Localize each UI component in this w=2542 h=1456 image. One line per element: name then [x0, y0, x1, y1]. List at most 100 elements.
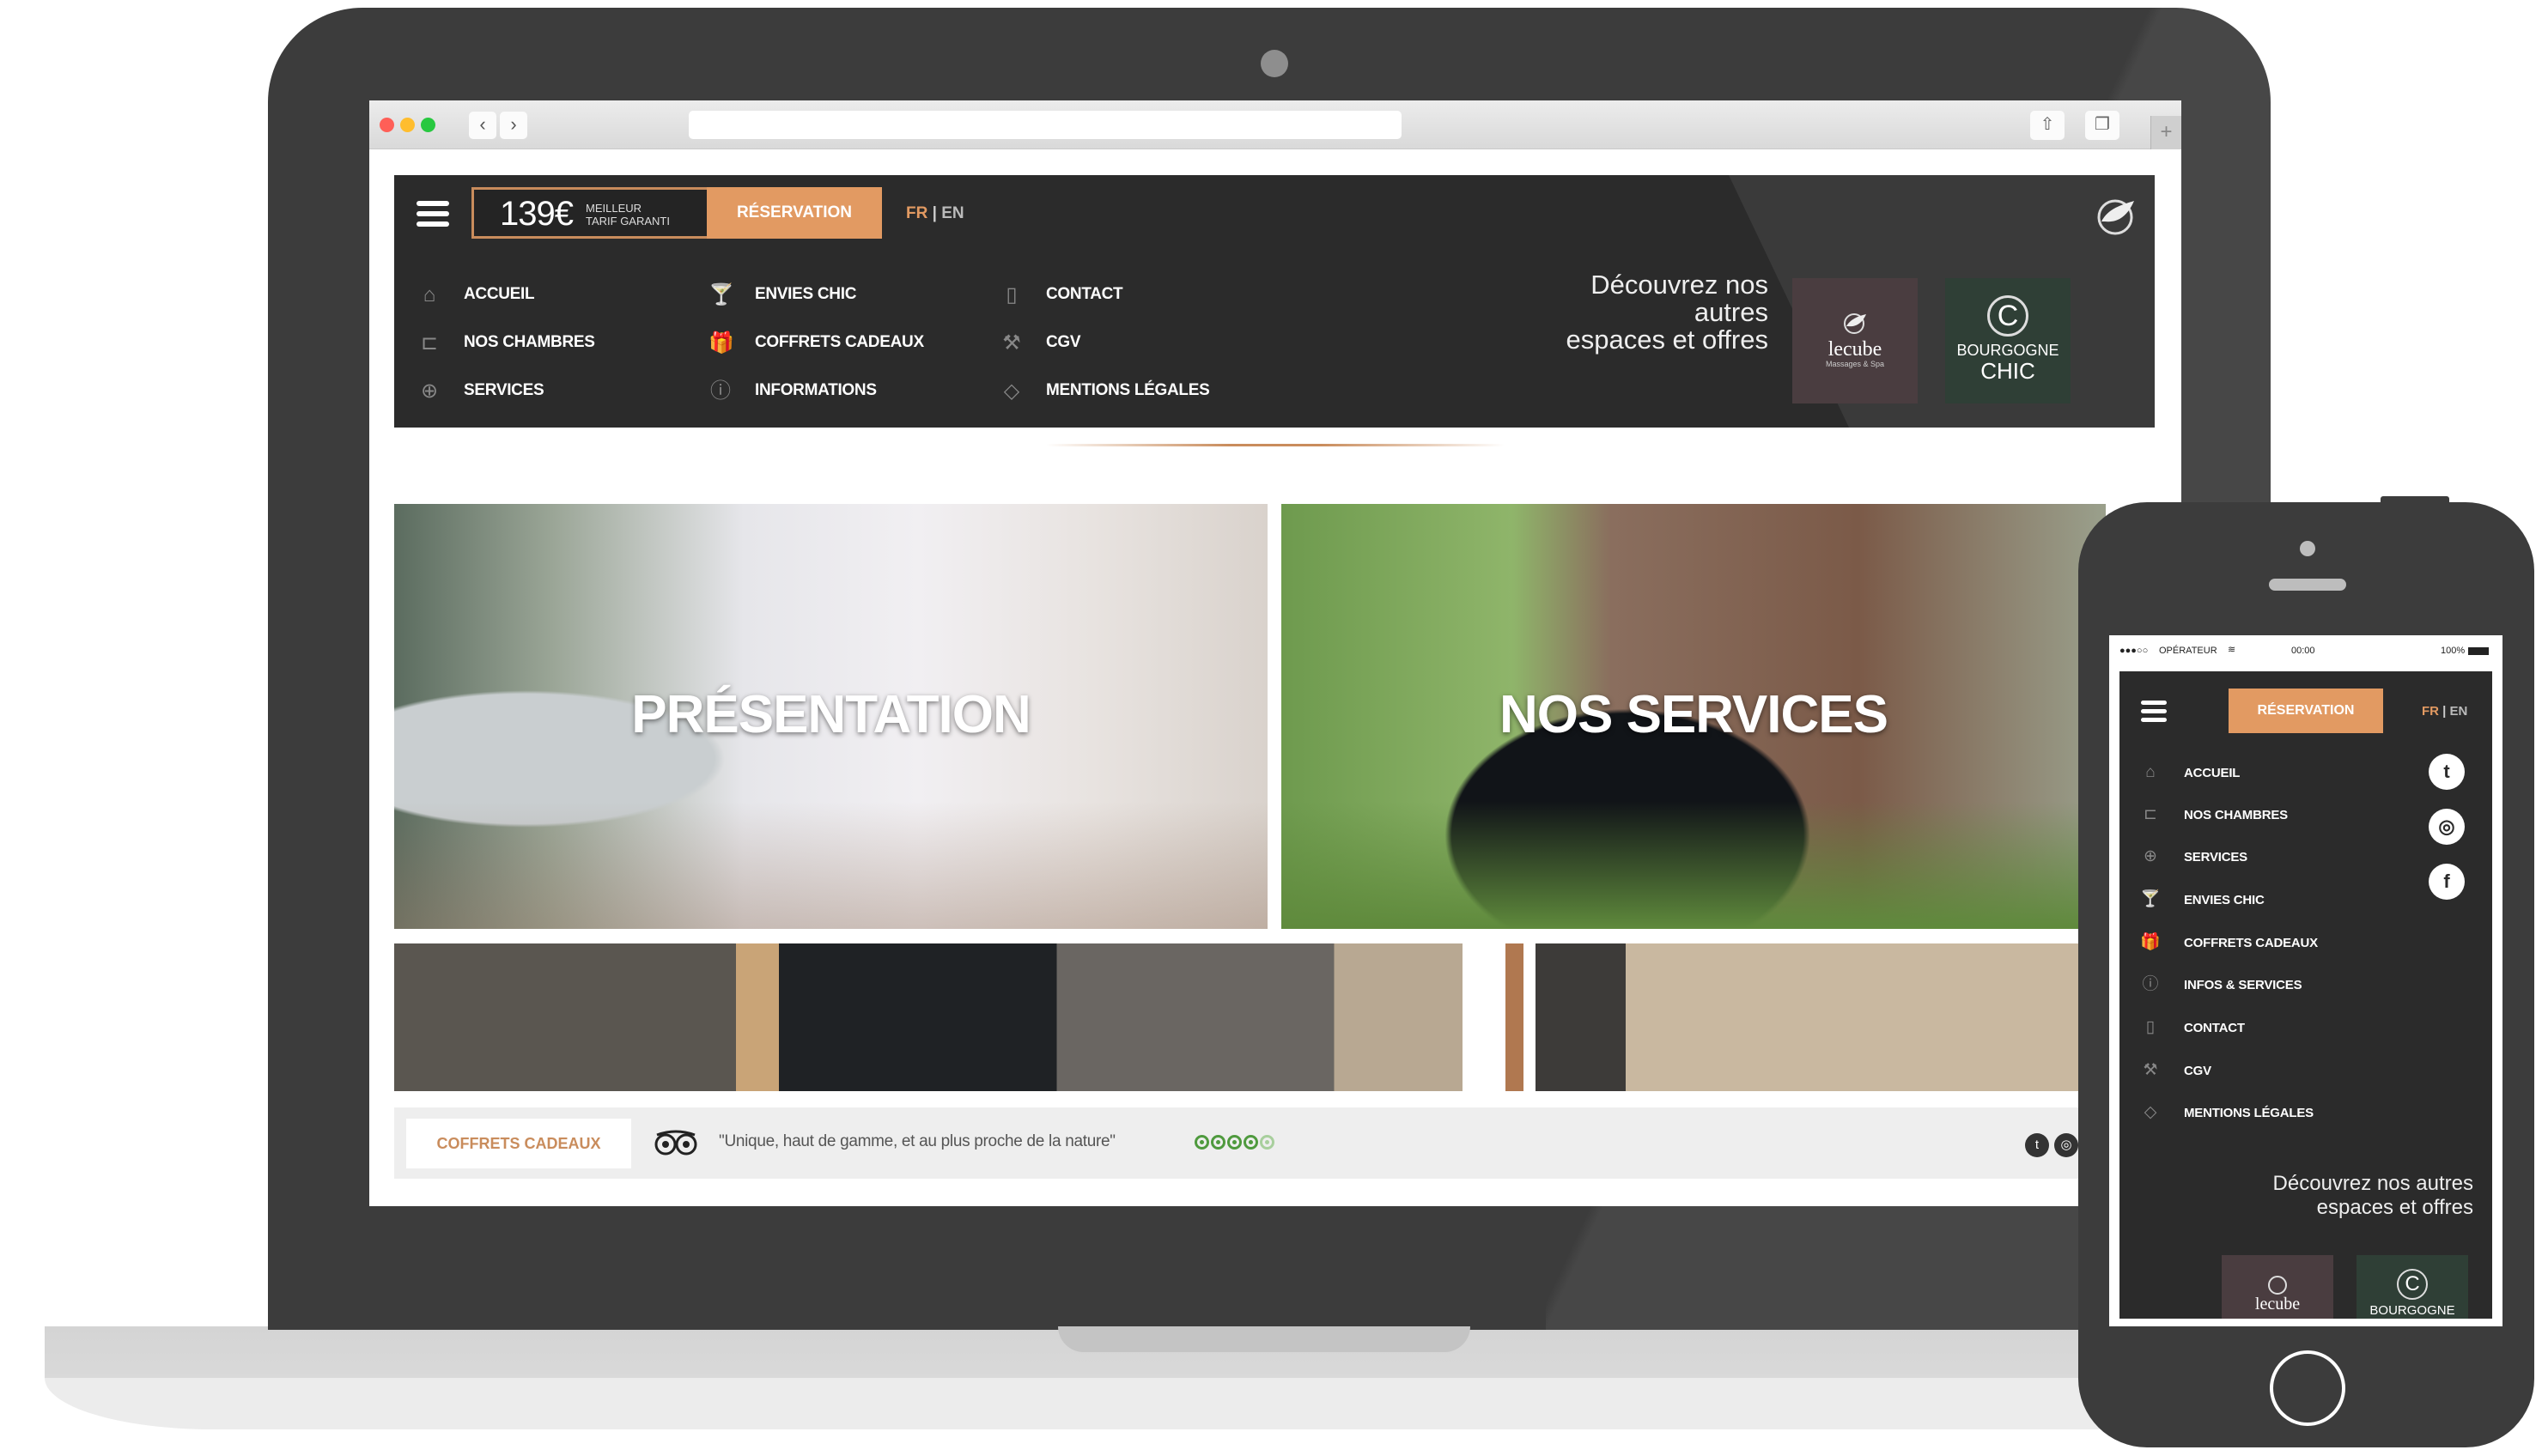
- discover-line2: espaces et offres: [1566, 325, 1768, 355]
- best-price-box: 139€ MEILLEUR TARIF GARANTI: [471, 187, 707, 239]
- tabs-button[interactable]: ❐: [2085, 111, 2119, 140]
- lang-en-link[interactable]: EN: [2450, 704, 2468, 719]
- info-icon: ⓘ: [710, 379, 731, 403]
- mobile-menu-item-accueil[interactable]: ⌂ ACCUEIL: [2140, 755, 2398, 790]
- signal-icon: ●●●○○: [2119, 646, 2149, 656]
- menu-toggle-button[interactable]: [417, 201, 449, 227]
- back-button[interactable]: ‹: [469, 112, 496, 139]
- hero-tile-services[interactable]: NOS SERVICES: [1281, 504, 2106, 929]
- menu-item-label: NOS CHAMBRES: [2184, 808, 2288, 822]
- review-quote: "Unique, haut de gamme, et au plus proch…: [719, 1132, 1116, 1150]
- chevron-right-icon: ›: [510, 113, 517, 135]
- hamburger-line: [2141, 709, 2167, 713]
- rating-bubble: [1227, 1135, 1242, 1150]
- reservation-button[interactable]: RÉSERVATION: [707, 187, 882, 239]
- facebook-icon[interactable]: f: [2429, 864, 2465, 900]
- price-note-line2: TARIF GARANTI: [586, 215, 670, 228]
- discover-line1: Découvrez nos autres: [2272, 1172, 2473, 1195]
- lang-separator: |: [2442, 704, 2447, 719]
- rating-bubbles: [1195, 1135, 1276, 1152]
- mobile-discover-heading: Découvrez nos autres espaces et offres: [2248, 1172, 2473, 1220]
- menu-item-informations[interactable]: ⓘ INFORMATIONS: [708, 374, 983, 409]
- mobile-reservation-button[interactable]: RÉSERVATION: [2229, 689, 2383, 733]
- brand-name: BOURGOGNE: [1956, 342, 2059, 359]
- brand-tile-lecube[interactable]: lecube Massages & Spa: [1792, 278, 1918, 403]
- mobile-menu-item-services[interactable]: ⊕ SERVICES: [2140, 840, 2398, 874]
- mobile-menu-item-mentions-legales[interactable]: ◇ MENTIONS LÉGALES: [2140, 1095, 2398, 1130]
- copyright-c-icon: C: [2397, 1269, 2428, 1300]
- phone-home-button[interactable]: [2270, 1350, 2345, 1426]
- rating-bubble: [1260, 1135, 1274, 1150]
- mobile-menu-toggle[interactable]: [2141, 701, 2167, 723]
- menu-item-envies-chic[interactable]: 🍸 ENVIES CHIC: [708, 278, 983, 312]
- twitter-icon[interactable]: t: [2025, 1133, 2049, 1157]
- mobile-menu-item-contact[interactable]: ▯ CONTACT: [2140, 1010, 2398, 1045]
- forward-button[interactable]: ›: [500, 112, 527, 139]
- info-icon: ⓘ: [2142, 975, 2159, 993]
- mobile-menu-item-infos-services[interactable]: ⓘ INFOS & SERVICES: [2140, 968, 2398, 1002]
- menu-item-services[interactable]: ⊕ SERVICES: [417, 374, 692, 409]
- menu-item-nos-chambres[interactable]: ⊏ NOS CHAMBRES: [417, 326, 692, 361]
- laptop-base-lower: [45, 1378, 2132, 1429]
- instagram-icon[interactable]: ◎: [2429, 809, 2465, 845]
- address-bar[interactable]: [689, 111, 1402, 139]
- price: 139€: [500, 195, 574, 233]
- menu-item-label: NOS CHAMBRES: [464, 333, 595, 351]
- menu-item-mentions-legales[interactable]: ◇ MENTIONS LÉGALES: [1000, 374, 1274, 409]
- mobile-menu-item-cgv[interactable]: ⚒ CGV: [2140, 1053, 2398, 1088]
- menu-item-label: CGV: [1046, 333, 1081, 351]
- status-bar: ●●●○○ OPÉRATEUR ≋ 00:00 100%: [2119, 644, 2492, 661]
- room-photo[interactable]: [1505, 943, 2107, 1091]
- menu-item-accueil[interactable]: ⌂ ACCUEIL: [417, 278, 692, 312]
- instagram-icon[interactable]: ◎: [2054, 1133, 2078, 1157]
- menu-item-contact[interactable]: ▯ CONTACT: [1000, 278, 1274, 312]
- hamburger-line: [417, 221, 449, 227]
- leaf-logo-icon[interactable]: [2095, 196, 2138, 237]
- room-photo[interactable]: [394, 943, 1463, 1091]
- new-tab-button[interactable]: +: [2150, 116, 2181, 149]
- leaf-logo-icon: [1844, 313, 1866, 334]
- home-icon: ⌂: [2145, 763, 2156, 781]
- site-header-menu: 139€ MEILLEUR TARIF GARANTI RÉSERVATION …: [394, 175, 2155, 428]
- phone-icon: ▯: [2145, 1018, 2156, 1036]
- phone-camera: [2300, 541, 2315, 556]
- lang-en-link[interactable]: EN: [941, 204, 964, 222]
- menu-item-label: SERVICES: [2184, 850, 2247, 864]
- brand-tile-bourgogne-chic[interactable]: C BOURGOGNE CHIC: [1945, 278, 2071, 403]
- mobile-menu-item-envies-chic[interactable]: 🍸 ENVIES CHIC: [2140, 883, 2398, 917]
- share-button[interactable]: ⇧: [2030, 111, 2065, 140]
- divider: [1046, 444, 1505, 446]
- lang-fr-link[interactable]: FR: [2422, 704, 2439, 719]
- hero-tile-presentation[interactable]: PRÉSENTATION: [394, 504, 1268, 929]
- rating-bubble: [1244, 1135, 1258, 1150]
- hero-tile-title: PRÉSENTATION: [631, 685, 1031, 744]
- hero-tile-title: NOS SERVICES: [1499, 685, 1888, 744]
- mobile-brand-tile-lecube[interactable]: lecube: [2222, 1255, 2333, 1319]
- brand-name: lecube: [1827, 338, 1882, 361]
- minimize-window-button[interactable]: [400, 118, 415, 132]
- tripadvisor-icon[interactable]: [654, 1130, 698, 1157]
- mobile-menu-panel: RÉSERVATION FR | EN ⌂ ACCUEIL ⊏ NOS CHAMBR…: [2119, 671, 2492, 1319]
- menu-item-label: COFFRETS CADEAUX: [2184, 936, 2318, 950]
- mobile-brand-tile-bourgogne-chic[interactable]: C BOURGOGNE: [2357, 1255, 2468, 1319]
- mobile-menu-item-nos-chambres[interactable]: ⊏ NOS CHAMBRES: [2140, 798, 2398, 832]
- menu-item-coffrets-cadeaux[interactable]: 🎁 COFFRETS CADEAUX: [708, 326, 983, 361]
- gift-icon: 🎁: [2140, 933, 2161, 951]
- menu-item-label: CGV: [2184, 1064, 2211, 1078]
- menu-item-cgv[interactable]: ⚒ CGV: [1000, 326, 1274, 361]
- brand-name: lecube: [2254, 1295, 2301, 1313]
- browser-toolbar: ‹ › ⇧ ❐ +: [369, 100, 2181, 149]
- leaf-logo-icon: [2268, 1276, 2287, 1295]
- mobile-menu-item-coffrets-cadeaux[interactable]: 🎁 COFFRETS CADEAUX: [2140, 925, 2398, 960]
- maximize-window-button[interactable]: [421, 118, 435, 132]
- coffrets-cadeaux-button[interactable]: COFFRETS CADEAUX: [406, 1119, 631, 1168]
- price-note-line1: MEILLEUR: [586, 202, 642, 215]
- bed-icon: ⊏: [2144, 805, 2157, 823]
- close-window-button[interactable]: [380, 118, 394, 132]
- price-note: MEILLEUR TARIF GARANTI: [586, 202, 689, 228]
- brand-subtitle: Massages & Spa: [1825, 360, 1885, 368]
- menu-item-label: CONTACT: [1046, 285, 1123, 303]
- twitter-icon[interactable]: t: [2429, 754, 2465, 790]
- lang-fr-link[interactable]: FR: [906, 204, 927, 222]
- menu-item-label: SERVICES: [464, 381, 544, 399]
